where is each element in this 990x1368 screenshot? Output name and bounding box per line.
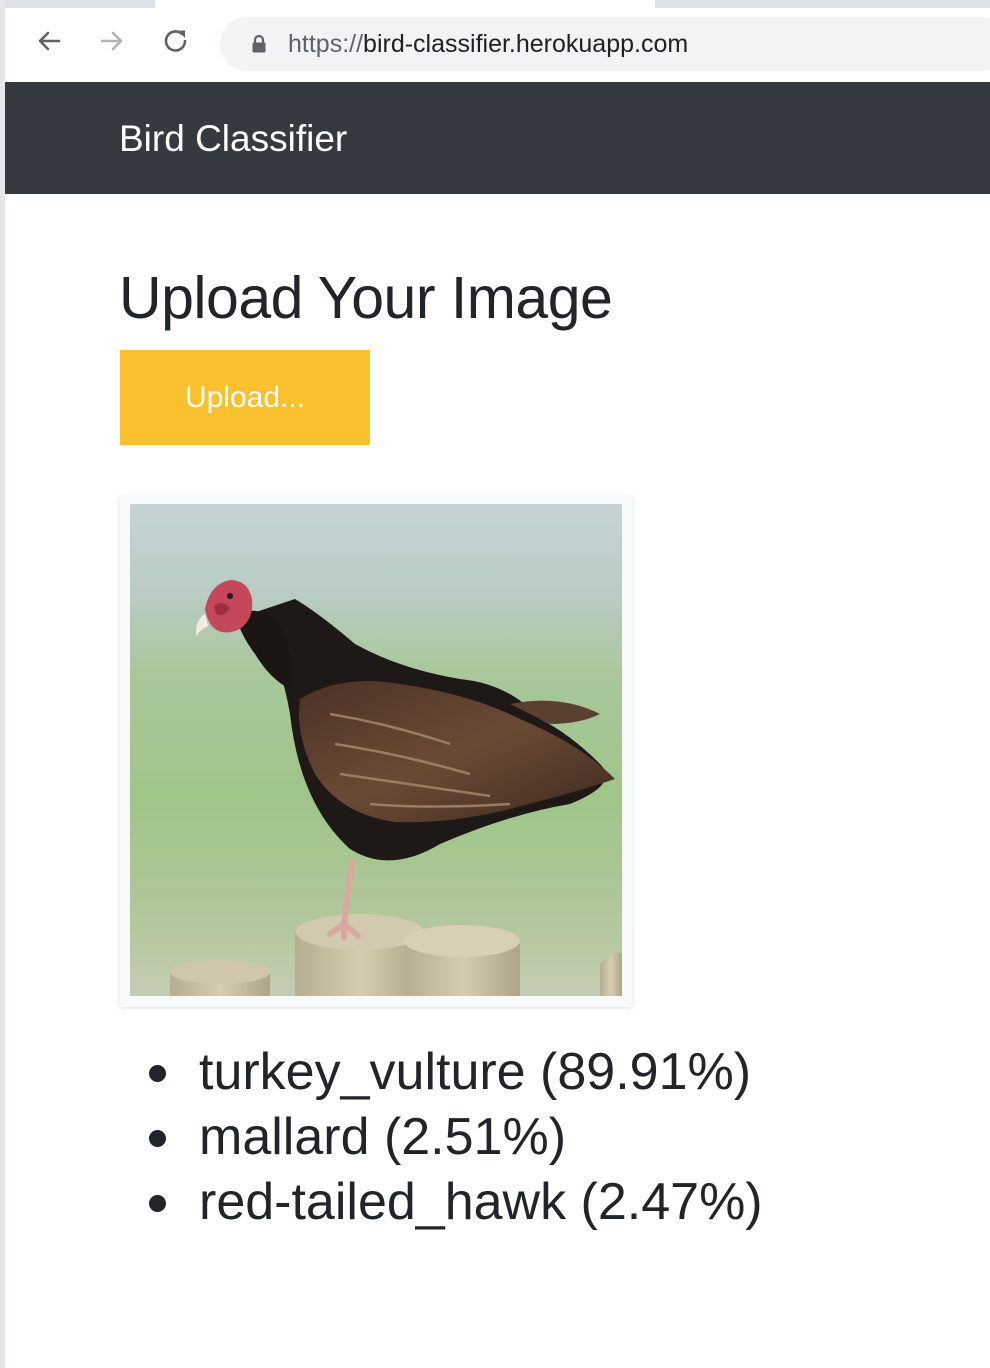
arrow-right-icon — [100, 31, 123, 51]
prediction-item: red-tailed_hawk (2.47%) — [140, 1170, 763, 1235]
reload-icon — [164, 30, 187, 52]
bullet — [149, 1195, 166, 1212]
url-host: bird-classifier.herokuapp.com — [363, 30, 689, 58]
browser-toolbar: https://bird-classifier.herokuapp.com — [5, 8, 990, 82]
prediction-label: red-tailed_hawk (2.47%) — [199, 1173, 763, 1231]
tab-strip — [5, 0, 990, 8]
prediction-list: turkey_vulture (89.91%) mallard (2.51%) … — [140, 1040, 763, 1235]
arrow-left-icon — [38, 31, 61, 51]
window-edge — [0, 0, 5, 1368]
prediction-label: turkey_vulture (89.91%) — [199, 1043, 752, 1101]
bird-photo — [130, 504, 622, 996]
navbar-brand[interactable]: Bird Classifier — [119, 118, 347, 160]
page-title: Upload Your Image — [119, 265, 613, 331]
prediction-item: mallard (2.51%) — [140, 1105, 763, 1170]
forward-button[interactable] — [95, 24, 129, 58]
prediction-label: mallard (2.51%) — [199, 1108, 567, 1166]
address-bar[interactable]: https://bird-classifier.herokuapp.com — [220, 17, 990, 71]
lock-icon — [252, 34, 266, 53]
bullet — [149, 1130, 166, 1147]
active-tab[interactable] — [155, 0, 655, 8]
upload-button[interactable]: Upload... — [120, 350, 370, 445]
url-scheme: https:// — [288, 30, 364, 58]
prediction-item: turkey_vulture (89.91%) — [140, 1040, 763, 1105]
uploaded-bird-image — [130, 504, 622, 996]
url-text[interactable]: https://bird-classifier.herokuapp.com — [288, 30, 688, 58]
back-button[interactable] — [32, 24, 66, 58]
image-preview-card — [120, 495, 632, 1007]
bullet — [149, 1065, 166, 1082]
reload-button[interactable] — [159, 24, 193, 58]
navbar: Bird Classifier — [5, 82, 990, 194]
